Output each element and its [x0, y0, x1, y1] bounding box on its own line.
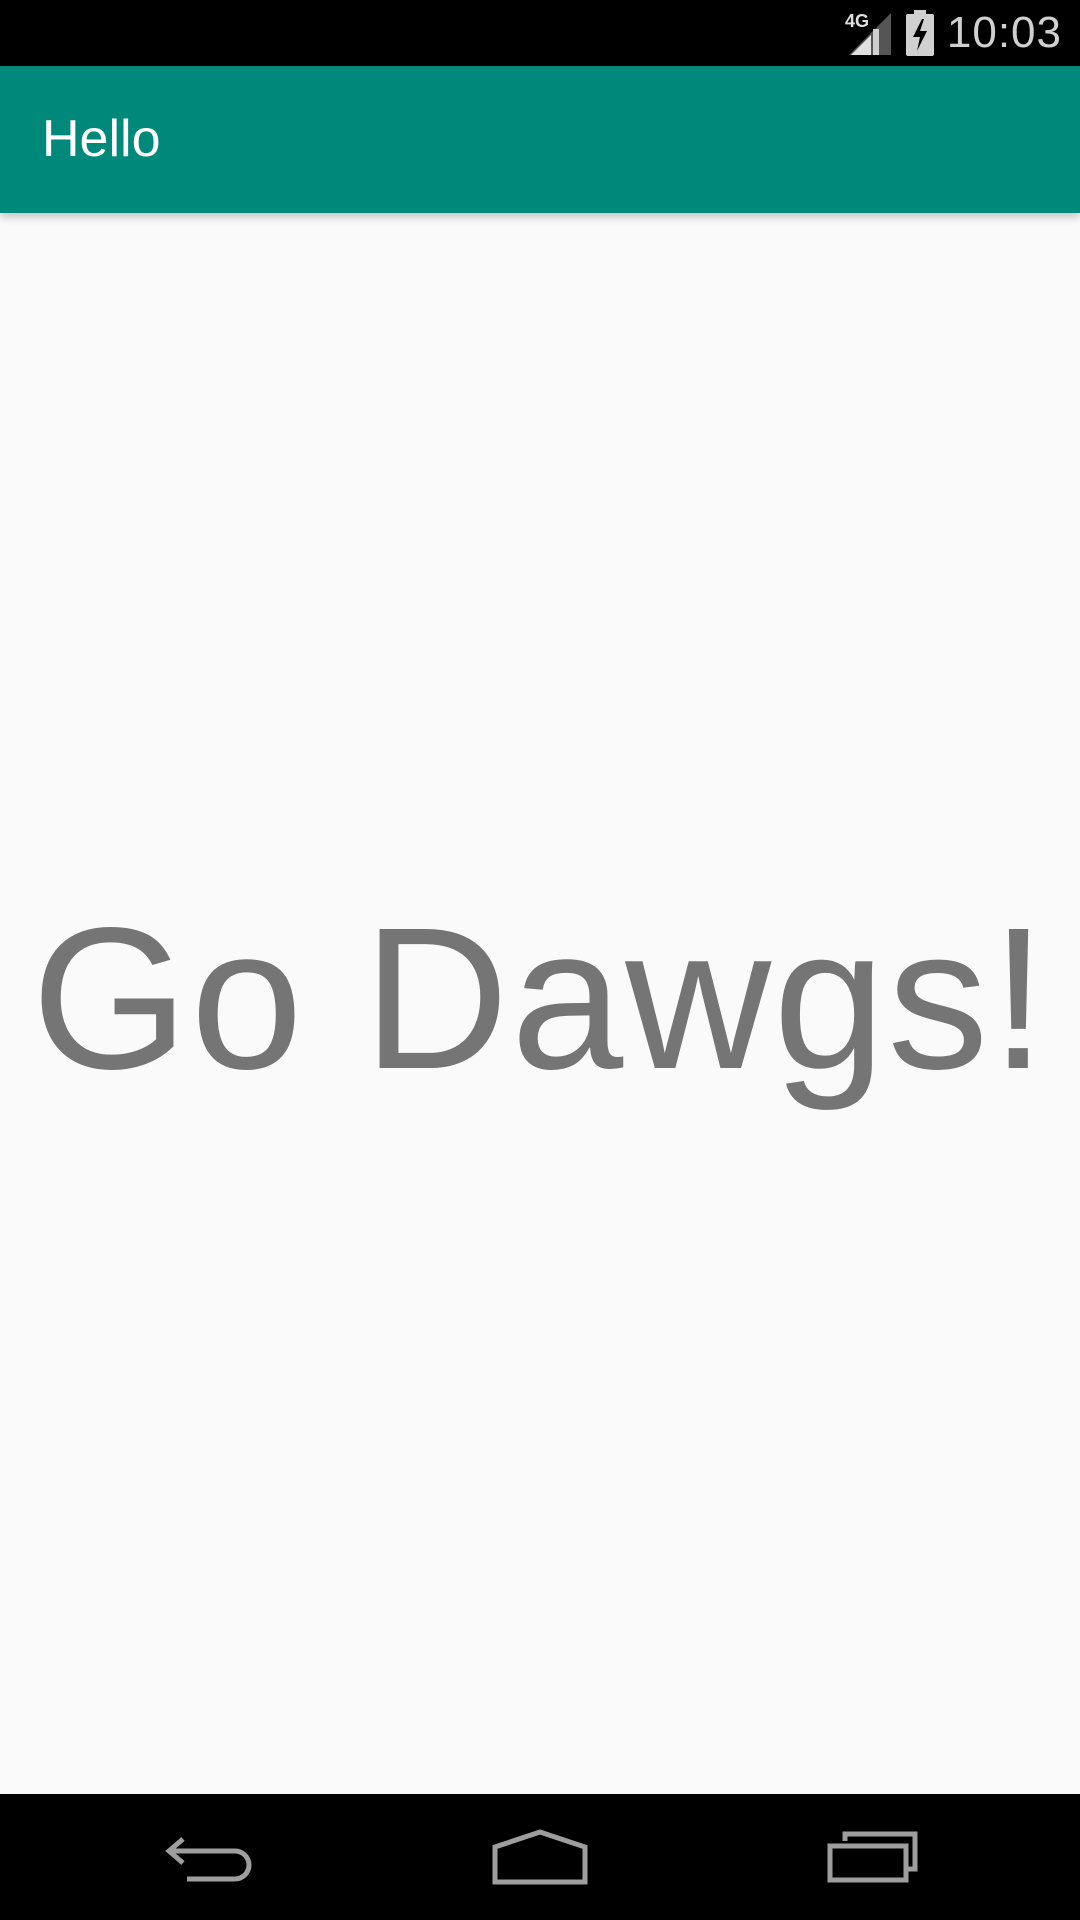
back-icon	[165, 1831, 255, 1883]
recents-icon	[827, 1831, 919, 1883]
back-button[interactable]	[120, 1794, 300, 1920]
app-bar: Hello	[0, 66, 1080, 213]
home-icon	[490, 1829, 590, 1885]
signal-4g-icon: 4G	[845, 9, 893, 57]
svg-text:4G: 4G	[845, 11, 869, 31]
home-button[interactable]	[450, 1794, 630, 1920]
navigation-bar	[0, 1794, 1080, 1920]
status-bar: 4G 10:03	[0, 0, 1080, 66]
status-icons: 4G 10:03	[845, 0, 1062, 66]
recents-button[interactable]	[783, 1794, 963, 1920]
app-title: Hello	[42, 110, 161, 168]
battery-charging-icon	[905, 10, 935, 56]
main-content: Go Dawgs!	[0, 213, 1080, 1794]
headline-text: Go Dawgs!	[31, 885, 1049, 1111]
status-time: 10:03	[946, 8, 1062, 57]
